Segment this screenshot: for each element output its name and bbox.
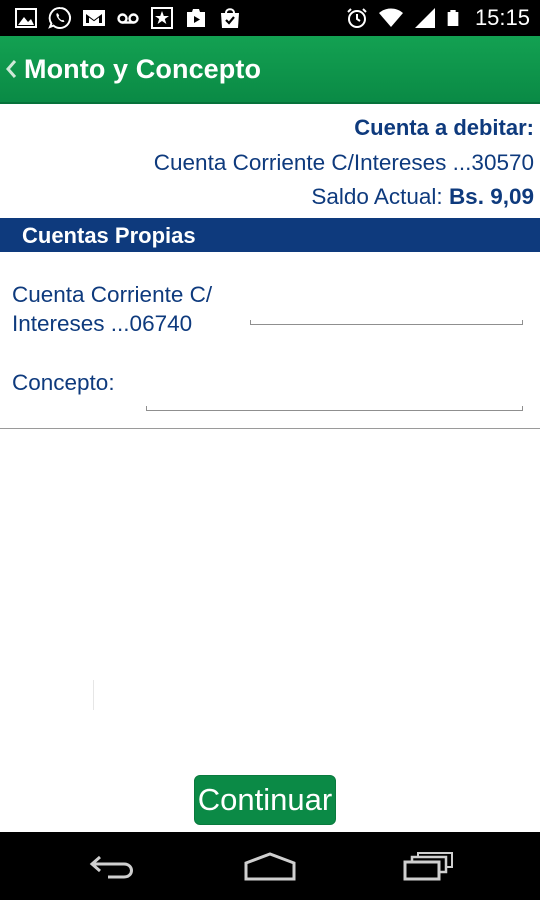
amount-input-edge xyxy=(522,320,523,325)
continue-button[interactable]: Continuar xyxy=(194,775,336,825)
concept-label: Concepto: xyxy=(12,370,115,395)
form-divider xyxy=(0,428,540,429)
concept-input-edge xyxy=(146,406,147,411)
recent-apps-icon xyxy=(403,852,453,881)
back-button[interactable] xyxy=(82,846,142,886)
home-button[interactable] xyxy=(240,846,300,886)
wifi-icon xyxy=(378,8,403,27)
back-chevron-icon[interactable] xyxy=(4,58,18,80)
navigation-bar xyxy=(0,832,540,900)
system-icons: 15:15 xyxy=(345,4,530,32)
voicemail-icon xyxy=(117,13,139,24)
notification-icons xyxy=(14,6,242,30)
battery-icon xyxy=(447,10,459,26)
screen: 15:15 Monto y Concepto Cuenta a debitar:… xyxy=(0,0,540,900)
action-bar: Monto y Concepto xyxy=(0,36,540,104)
home-icon xyxy=(244,852,296,881)
store-icon xyxy=(151,7,173,29)
alarm-icon xyxy=(347,8,367,28)
whatsapp-icon xyxy=(48,6,71,29)
section-header: Cuentas Propias xyxy=(0,218,540,252)
balance-amount: Bs. 9,09 xyxy=(448,184,534,209)
recent-apps-button[interactable] xyxy=(398,846,458,886)
debit-account-info: Cuenta a debitar: Cuenta Corriente C/Int… xyxy=(4,112,534,214)
shopping-bag-icon xyxy=(221,8,239,28)
status-bar: 15:15 xyxy=(0,0,540,36)
amount-input-edge xyxy=(250,320,251,325)
gallery-icon xyxy=(15,8,37,28)
balance-row: Saldo Actual: Bs. 9,09 xyxy=(4,180,534,214)
concept-input-edge xyxy=(522,406,523,411)
amount-input[interactable] xyxy=(250,290,523,325)
clock: 15:15 xyxy=(474,5,530,30)
destination-account-label: Cuenta Corriente C/ Intereses ...06740 xyxy=(12,282,213,336)
signal-icon xyxy=(414,8,435,28)
balance-label: Saldo Actual: xyxy=(311,184,443,209)
debit-account-name: Cuenta Corriente C/Intereses ...30570 xyxy=(153,150,534,175)
debit-account-label: Cuenta a debitar: xyxy=(354,115,534,140)
page-title: Monto y Concepto xyxy=(24,53,262,84)
concept-input[interactable] xyxy=(146,376,523,411)
gmail-icon xyxy=(83,10,105,26)
back-icon xyxy=(89,855,133,879)
play-store-icon xyxy=(187,9,205,27)
scroll-indicator xyxy=(93,680,94,710)
